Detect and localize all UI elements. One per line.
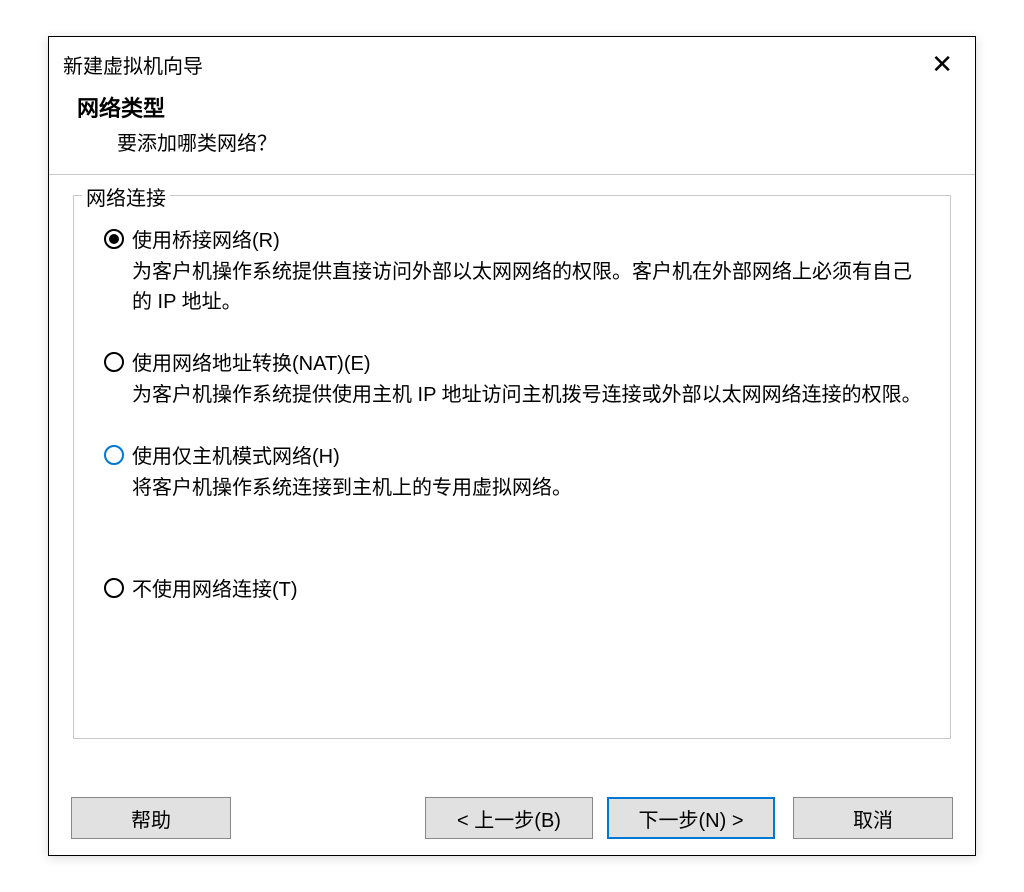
- close-icon[interactable]: ✕: [923, 51, 961, 77]
- radio-item-hostonly: 使用仅主机模式网络(H) 将客户机操作系统连接到主机上的专用虚拟网络。: [104, 440, 928, 503]
- next-button[interactable]: 下一步(N) >: [607, 797, 775, 839]
- radio-option-bridged[interactable]: 使用桥接网络(R): [104, 224, 928, 253]
- spacer: [245, 797, 411, 839]
- back-button[interactable]: < 上一步(B): [425, 797, 593, 839]
- radio-item-none: 不使用网络连接(T): [104, 573, 928, 602]
- network-connection-group: 网络连接 使用桥接网络(R) 为客户机操作系统提供直接访问外部以太网网络的权限。…: [73, 195, 951, 739]
- radio-group: 使用桥接网络(R) 为客户机操作系统提供直接访问外部以太网网络的权限。客户机在外…: [104, 224, 928, 602]
- page-subtitle: 要添加哪类网络？: [77, 127, 951, 156]
- radio-item-nat: 使用网络地址转换(NAT)(E) 为客户机操作系统提供使用主机 IP 地址访问主…: [104, 347, 928, 410]
- radio-desc: 为客户机操作系统提供直接访问外部以太网网络的权限。客户机在外部网络上必须有自己的…: [104, 257, 928, 317]
- cancel-button[interactable]: 取消: [793, 797, 953, 839]
- radio-option-hostonly[interactable]: 使用仅主机模式网络(H): [104, 440, 928, 469]
- radio-icon: [104, 578, 124, 598]
- radio-desc: 将客户机操作系统连接到主机上的专用虚拟网络。: [104, 473, 928, 503]
- radio-icon: [104, 352, 124, 372]
- radio-label: 不使用网络连接(T): [132, 573, 298, 602]
- header-section: 网络类型 要添加哪类网络？: [49, 83, 975, 174]
- radio-label: 使用网络地址转换(NAT)(E): [132, 347, 371, 376]
- content-area: 网络连接 使用桥接网络(R) 为客户机操作系统提供直接访问外部以太网网络的权限。…: [49, 175, 975, 739]
- page-title: 网络类型: [77, 91, 951, 123]
- radio-label: 使用仅主机模式网络(H): [132, 440, 340, 469]
- new-vm-wizard-dialog: 新建虚拟机向导 ✕ 网络类型 要添加哪类网络？ 网络连接 使用桥接网络(R) 为…: [48, 36, 976, 856]
- radio-icon: [104, 445, 124, 465]
- titlebar: 新建虚拟机向导 ✕: [49, 37, 975, 83]
- radio-option-nat[interactable]: 使用网络地址转换(NAT)(E): [104, 347, 928, 376]
- groupbox-legend: 网络连接: [82, 182, 170, 211]
- radio-icon: [104, 229, 124, 249]
- radio-option-none[interactable]: 不使用网络连接(T): [104, 573, 928, 602]
- help-button[interactable]: 帮助: [71, 797, 231, 839]
- dialog-title: 新建虚拟机向导: [63, 50, 203, 79]
- radio-label: 使用桥接网络(R): [132, 224, 280, 253]
- radio-item-bridged: 使用桥接网络(R) 为客户机操作系统提供直接访问外部以太网网络的权限。客户机在外…: [104, 224, 928, 317]
- radio-desc: 为客户机操作系统提供使用主机 IP 地址访问主机拨号连接或外部以太网网络连接的权…: [104, 380, 928, 410]
- button-bar: 帮助 < 上一步(B) 下一步(N) > 取消: [49, 797, 975, 839]
